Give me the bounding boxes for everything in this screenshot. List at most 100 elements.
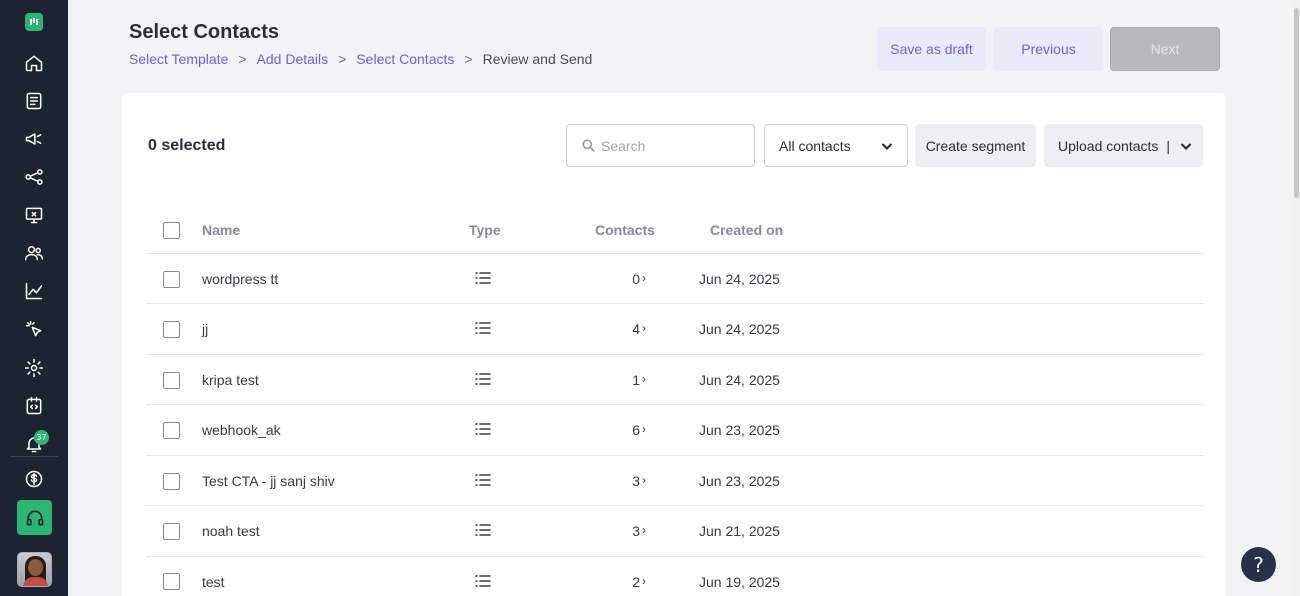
row-checkbox[interactable] — [163, 372, 180, 389]
table-divider — [146, 404, 1204, 405]
search-input[interactable] — [601, 137, 751, 154]
table-divider — [146, 253, 1204, 254]
create-segment-button[interactable]: Create segment — [915, 124, 1036, 167]
row-contacts[interactable]: 0 › — [602, 271, 646, 287]
users-icon[interactable] — [22, 241, 46, 265]
row-contacts-count: 4 — [632, 321, 640, 337]
row-name: Test CTA - jj sanj shiv — [202, 473, 335, 489]
row-contacts[interactable]: 3 › — [602, 523, 646, 539]
list-icon — [475, 321, 491, 335]
row-contacts-count: 0 — [632, 271, 640, 287]
upload-separator: | — [1166, 137, 1171, 154]
row-contacts[interactable]: 1 › — [602, 372, 646, 388]
chevron-right-icon: › — [642, 271, 646, 285]
dollar-icon[interactable] — [22, 467, 46, 491]
sidebar: 37 — [0, 0, 68, 596]
megaphone-icon[interactable] — [22, 127, 46, 151]
table-divider — [146, 556, 1204, 557]
row-contacts-count: 3 — [632, 473, 640, 489]
upload-contacts-button[interactable]: Upload contacts | — [1044, 124, 1203, 167]
breadcrumb-review-and-send: Review and Send — [482, 51, 593, 67]
breadcrumb-select-contacts[interactable]: Select Contacts — [356, 51, 454, 67]
table-divider — [146, 303, 1204, 304]
breadcrumb-add-details[interactable]: Add Details — [257, 51, 329, 67]
monitor-icon[interactable] — [22, 203, 46, 227]
chevron-down-icon[interactable] — [1180, 140, 1192, 152]
row-contacts[interactable]: 2 › — [602, 574, 646, 590]
notification-badge: 37 — [34, 430, 49, 445]
row-created-on: Jun 21, 2025 — [699, 523, 780, 539]
column-header-created-on[interactable]: Created on — [710, 222, 783, 238]
sidebar-divider — [10, 456, 58, 457]
row-created-on: Jun 19, 2025 — [699, 574, 780, 590]
row-contacts[interactable]: 3 › — [602, 473, 646, 489]
column-header-contacts[interactable]: Contacts — [595, 222, 655, 238]
list-icon — [475, 271, 491, 285]
cursor-click-icon[interactable] — [22, 317, 46, 341]
row-name: noah test — [202, 523, 260, 539]
chevron-right-icon: › — [642, 473, 646, 487]
select-all-checkbox[interactable] — [163, 222, 180, 239]
row-name: webhook_ak — [202, 422, 281, 438]
row-contacts-count: 3 — [632, 523, 640, 539]
contacts-filter-dropdown[interactable]: All contacts — [764, 124, 908, 167]
row-checkbox[interactable] — [163, 523, 180, 540]
list-icon — [475, 574, 491, 588]
row-name: kripa test — [202, 372, 259, 388]
row-created-on: Jun 23, 2025 — [699, 422, 780, 438]
column-header-name[interactable]: Name — [202, 222, 240, 238]
row-created-on: Jun 24, 2025 — [699, 271, 780, 287]
row-created-on: Jun 23, 2025 — [699, 473, 780, 489]
row-name: test — [202, 574, 225, 590]
support-button[interactable] — [17, 500, 52, 535]
breadcrumb-separator: > — [464, 51, 473, 67]
row-checkbox[interactable] — [163, 422, 180, 439]
selected-count: 0 selected — [148, 137, 226, 154]
table-divider — [146, 354, 1204, 355]
row-created-on: Jun 24, 2025 — [699, 372, 780, 388]
app-logo-icon[interactable] — [25, 13, 43, 31]
row-contacts[interactable]: 6 › — [602, 422, 646, 438]
home-icon[interactable] — [22, 51, 46, 75]
next-button[interactable]: Next — [1110, 27, 1220, 71]
breadcrumb-separator: > — [338, 51, 347, 67]
share-icon[interactable] — [22, 165, 46, 189]
scrollbar[interactable] — [1293, 0, 1300, 596]
row-name: jj — [202, 321, 209, 337]
upload-contacts-label: Upload contacts — [1058, 137, 1159, 154]
list-icon — [475, 422, 491, 436]
search-box[interactable] — [566, 124, 755, 167]
chart-icon[interactable] — [22, 279, 46, 303]
row-contacts[interactable]: 4 › — [602, 321, 646, 337]
row-checkbox[interactable] — [163, 473, 180, 490]
avatar[interactable] — [17, 552, 52, 587]
row-contacts-count: 1 — [632, 372, 640, 388]
row-checkbox[interactable] — [163, 321, 180, 338]
breadcrumb: Select Template > Add Details > Select C… — [129, 51, 592, 67]
chevron-right-icon: › — [642, 321, 646, 335]
headphones-icon — [26, 510, 43, 525]
row-contacts-count: 6 — [632, 422, 640, 438]
gear-icon[interactable] — [22, 356, 46, 380]
column-header-type: Type — [469, 222, 501, 238]
contacts-card: 0 selected All contacts Create segment U… — [122, 93, 1226, 596]
previous-button[interactable]: Previous — [994, 27, 1103, 71]
scrollbar-thumb[interactable] — [1294, 8, 1299, 198]
code-icon[interactable] — [22, 394, 46, 418]
row-contacts-count: 2 — [632, 574, 640, 590]
table-divider — [146, 505, 1204, 506]
row-checkbox[interactable] — [163, 573, 180, 590]
document-icon[interactable] — [22, 89, 46, 113]
save-as-draft-button[interactable]: Save as draft — [877, 27, 986, 71]
list-icon — [475, 523, 491, 537]
search-icon — [582, 139, 595, 152]
chevron-right-icon: › — [642, 372, 646, 386]
chevron-right-icon: › — [642, 574, 646, 588]
breadcrumb-select-template[interactable]: Select Template — [129, 51, 228, 67]
row-checkbox[interactable] — [163, 271, 180, 288]
list-icon — [475, 473, 491, 487]
chevron-down-icon — [881, 142, 893, 150]
help-button[interactable]: ? — [1241, 547, 1276, 582]
breadcrumb-separator: > — [238, 51, 247, 67]
chevron-right-icon: › — [642, 523, 646, 537]
